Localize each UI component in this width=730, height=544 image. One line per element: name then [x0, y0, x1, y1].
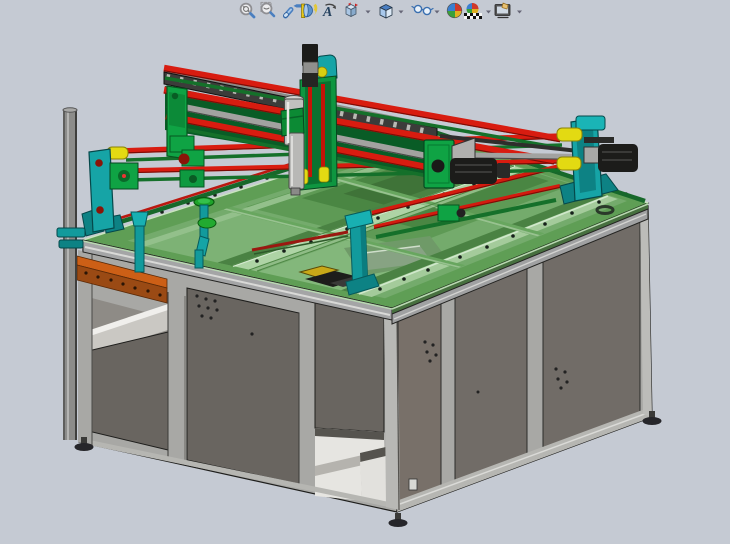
svg-text:A: A	[322, 5, 332, 20]
